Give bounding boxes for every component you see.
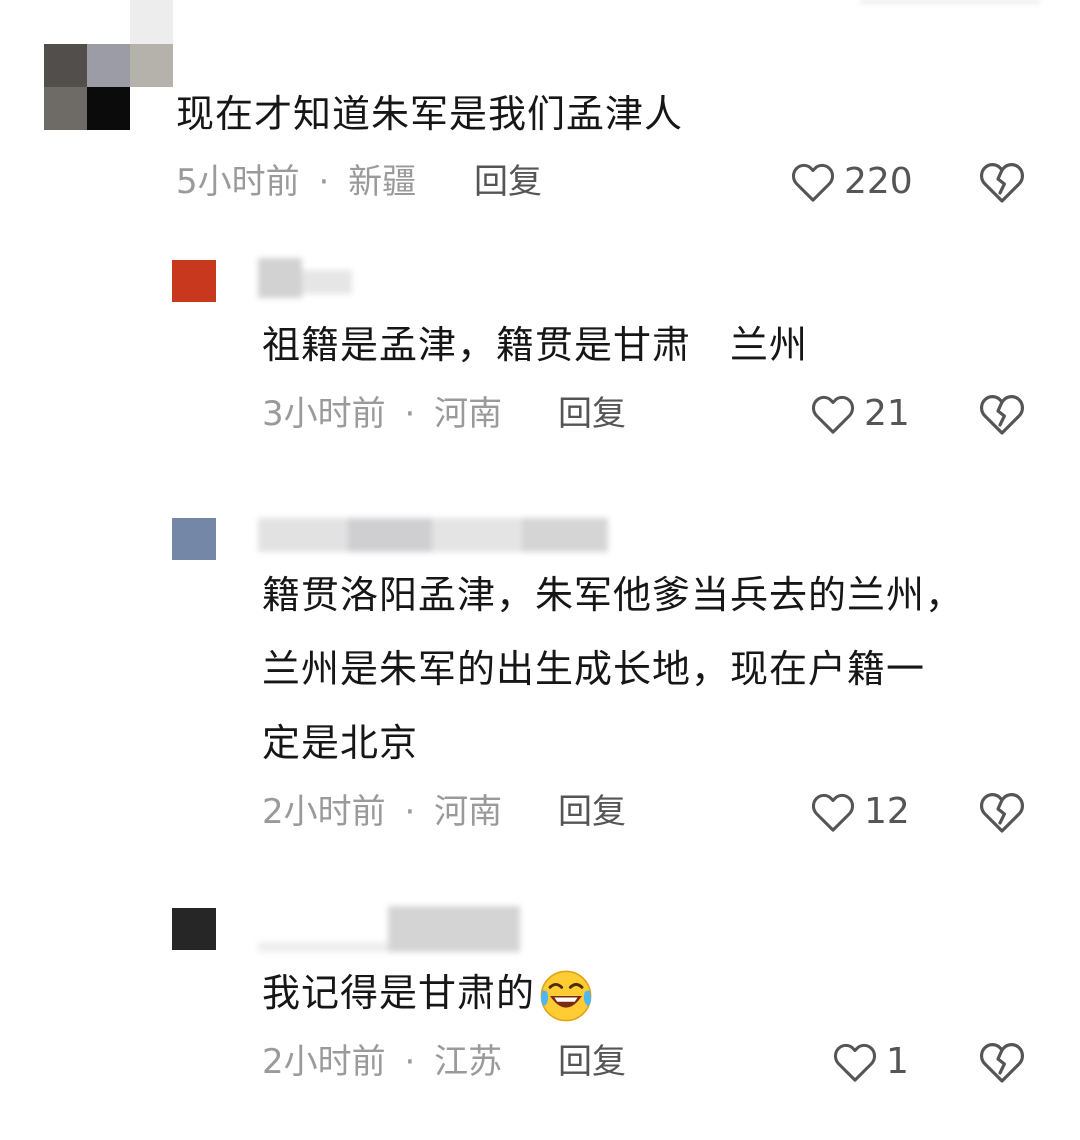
reply-button[interactable]: 回复 (558, 792, 626, 832)
comment-location: 河南 (434, 394, 503, 434)
separator: · (404, 1042, 416, 1082)
comment-meta: 2小时前 · 江苏 (262, 1042, 502, 1082)
comment-time: 3小时前 (262, 394, 386, 434)
reply-button[interactable]: 回复 (558, 394, 626, 434)
comment-text-content: 我记得是甘肃的 (262, 971, 536, 1015)
like-button[interactable]: 1 (832, 1038, 909, 1086)
like-button[interactable]: 220 (790, 158, 913, 206)
avatar[interactable] (44, 0, 173, 130)
comment-time: 2小时前 (262, 792, 386, 832)
avatar[interactable] (172, 260, 216, 302)
broken-heart-icon[interactable] (978, 788, 1026, 836)
comment-text-line-3: 定是北京 (262, 721, 419, 765)
separator: · (404, 394, 416, 434)
avatar[interactable] (172, 518, 216, 560)
heart-outline-icon (833, 1043, 877, 1082)
like-count: 1 (886, 1041, 909, 1082)
comment-time: 2小时前 (262, 1042, 386, 1082)
username[interactable] (258, 518, 608, 552)
previous-item-edge (860, 0, 1040, 4)
comment-meta: 5小时前 · 新疆 (176, 162, 416, 202)
username[interactable] (258, 258, 358, 298)
laughing-crying-emoji-icon (540, 970, 592, 1021)
comment-meta: 3小时前 · 河南 (262, 394, 502, 434)
username[interactable] (258, 906, 520, 952)
reply-button[interactable]: 回复 (558, 1042, 626, 1082)
separator: · (404, 792, 416, 832)
comment-text-line-1: 籍贯洛阳孟津，朱军他爹当兵去的兰州， (262, 573, 965, 617)
comment-text: 现在才知道朱军是我们孟津人 (176, 92, 684, 136)
like-count: 12 (864, 791, 910, 832)
separator: · (318, 162, 330, 202)
comment-location: 江苏 (434, 1042, 503, 1082)
like-button[interactable]: 21 (810, 390, 910, 438)
comment-location: 新疆 (348, 162, 417, 202)
like-button[interactable]: 12 (810, 788, 910, 836)
heart-outline-icon (811, 793, 855, 832)
broken-heart-icon[interactable] (978, 390, 1026, 438)
broken-heart-icon[interactable] (978, 1038, 1026, 1086)
comment-time: 5小时前 (176, 162, 300, 202)
heart-outline-icon (811, 395, 855, 434)
comment-meta: 2小时前 · 河南 (262, 792, 502, 832)
avatar[interactable] (172, 908, 216, 950)
comment-text: 祖籍是孟津，籍贯是甘肃 兰州 (262, 323, 809, 367)
like-count: 220 (844, 161, 913, 202)
comment-text: 我记得是甘肃的 (262, 956, 595, 1030)
comment-location: 河南 (434, 792, 503, 832)
comment-text-line-2: 兰州是朱军的出生成长地，现在户籍一 (262, 647, 926, 691)
like-count: 21 (864, 393, 910, 434)
reply-button[interactable]: 回复 (474, 162, 542, 202)
broken-heart-icon[interactable] (978, 158, 1026, 206)
heart-outline-icon (791, 163, 835, 202)
